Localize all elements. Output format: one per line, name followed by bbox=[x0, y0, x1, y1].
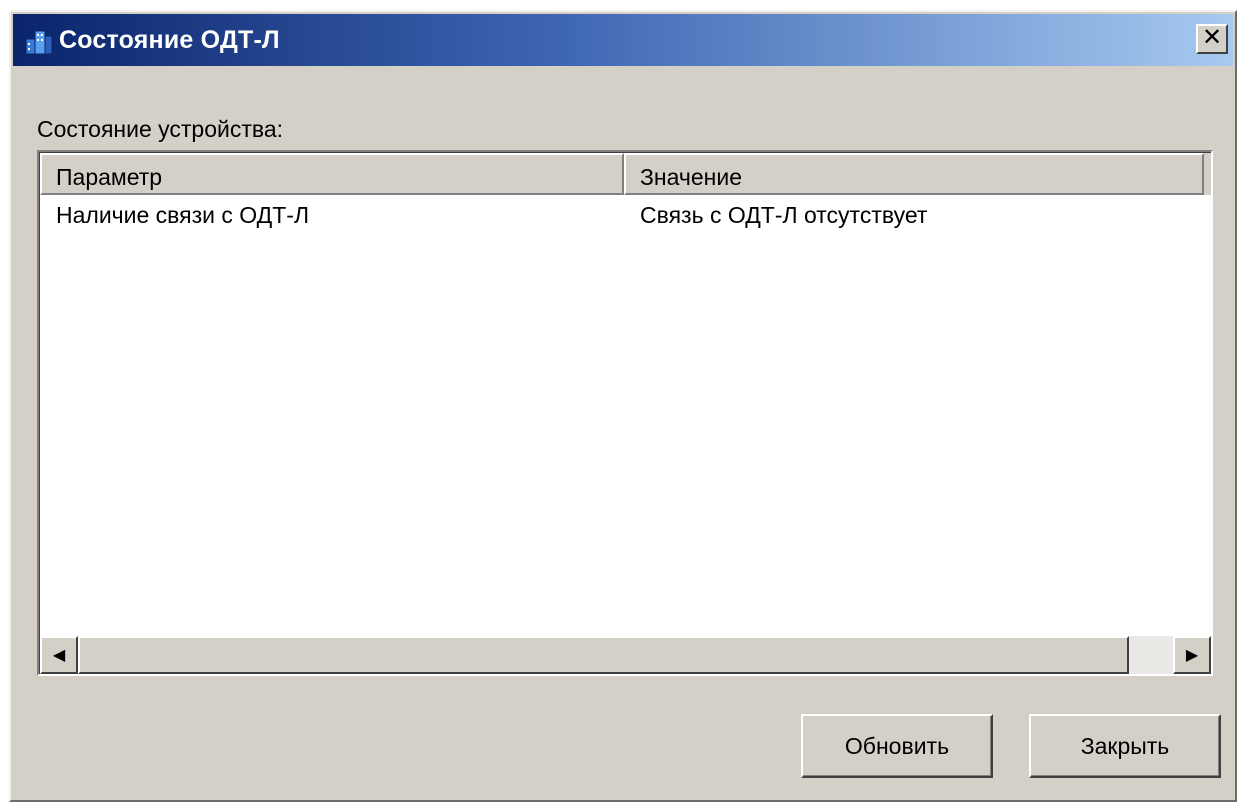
close-window-button[interactable]: ✕ bbox=[1196, 24, 1228, 54]
scroll-right-button[interactable]: ▶ bbox=[1173, 636, 1211, 674]
column-header-value[interactable]: Значение bbox=[624, 153, 1204, 195]
scroll-track[interactable] bbox=[78, 636, 1173, 674]
cell-parameter: Наличие связи с ОДТ-Л bbox=[56, 202, 310, 228]
arrow-left-icon: ◀ bbox=[52, 647, 66, 664]
scroll-left-button[interactable]: ◀ bbox=[40, 636, 78, 674]
refresh-button[interactable]: Обновить bbox=[801, 714, 993, 778]
close-button[interactable]: Закрыть bbox=[1029, 714, 1221, 778]
column-header-parameter[interactable]: Параметр bbox=[40, 153, 624, 195]
close-icon: ✕ bbox=[1201, 24, 1223, 51]
window-title: Состояние ОДТ-Л bbox=[59, 26, 280, 54]
title-bar[interactable]: Состояние ОДТ-Л ✕ bbox=[13, 14, 1233, 66]
app-icon bbox=[25, 30, 53, 55]
list-header: Параметр Значение bbox=[40, 153, 1211, 195]
dialog-window: Состояние ОДТ-Л ✕ Состояние устройства: … bbox=[9, 10, 1237, 802]
table-row[interactable]: Наличие связи с ОДТ-Л Связь с ОДТ-Л отсу… bbox=[40, 198, 1211, 232]
scroll-thumb[interactable] bbox=[78, 636, 1130, 674]
horizontal-scrollbar[interactable]: ◀ ▶ bbox=[40, 636, 1211, 674]
arrow-right-icon: ▶ bbox=[1185, 647, 1199, 664]
status-list-view[interactable]: Параметр Значение Наличие связи с ОДТ-Л … bbox=[37, 150, 1213, 676]
device-status-label: Состояние устройства: bbox=[37, 116, 284, 142]
cell-value: Связь с ОДТ-Л отсутствует bbox=[640, 202, 928, 228]
